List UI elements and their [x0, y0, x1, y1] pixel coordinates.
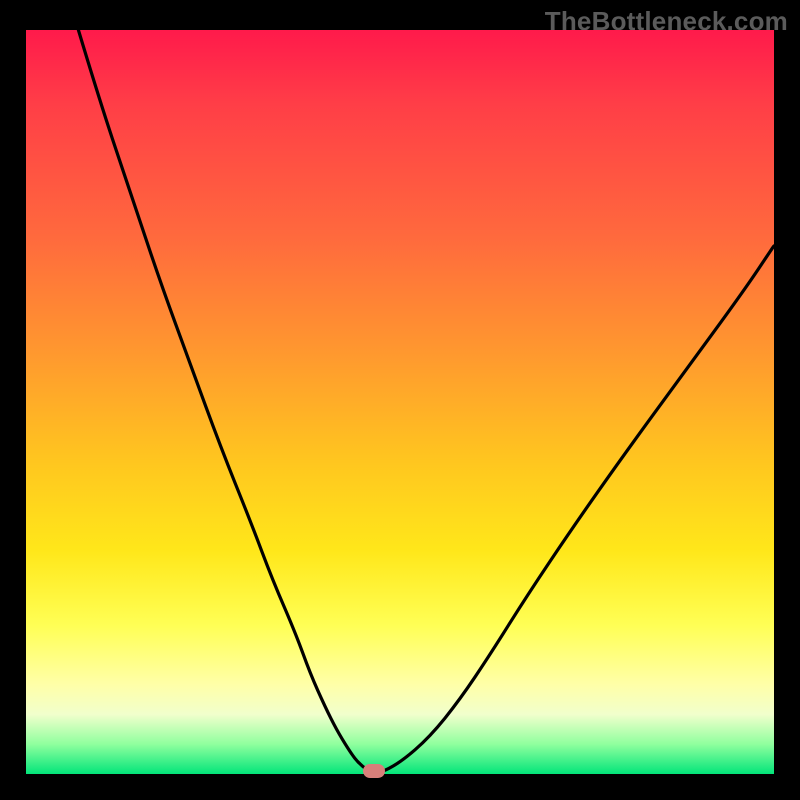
curve-path [78, 30, 774, 773]
optimum-marker [363, 764, 385, 778]
bottleneck-curve [26, 30, 774, 774]
plot-area [26, 30, 774, 774]
chart-frame: TheBottleneck.com [0, 0, 800, 800]
